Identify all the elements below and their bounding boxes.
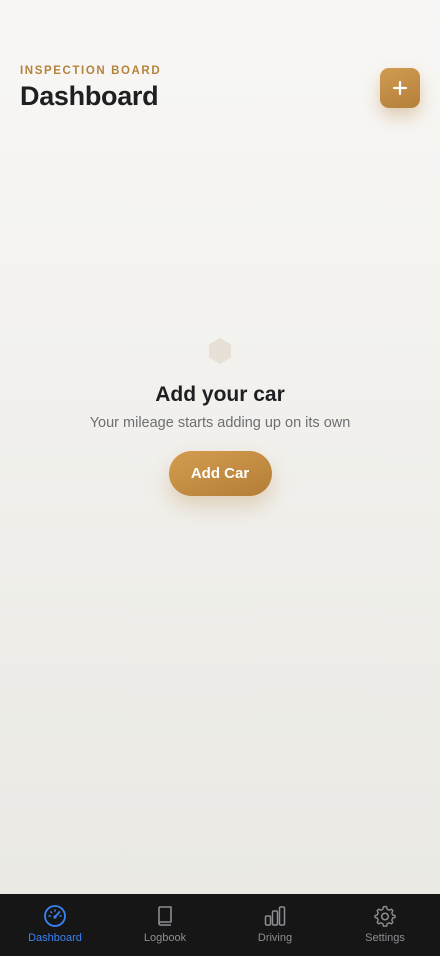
empty-state-subtitle: Your mileage starts adding up on its own (89, 415, 351, 431)
empty-state: Add your car Your mileage starts adding … (0, 336, 440, 496)
empty-state-title: Add your car (155, 383, 285, 406)
tab-label: Logbook (143, 932, 187, 944)
tab-dashboard[interactable]: Dashboard (0, 894, 110, 956)
tab-settings[interactable]: Settings (330, 894, 440, 956)
hexagon-icon (209, 338, 231, 364)
tab-logbook[interactable]: Logbook (110, 894, 220, 956)
plus-icon (392, 80, 408, 96)
tab-driving[interactable]: Driving (220, 894, 330, 956)
tab-label: Settings (365, 932, 405, 944)
book-icon (158, 906, 172, 926)
page-eyebrow: INSPECTION BOARD (20, 65, 162, 77)
header: INSPECTION BOARD Dashboard (20, 64, 161, 112)
bar-chart-icon (264, 906, 286, 926)
add-car-button[interactable]: Add Car (168, 451, 272, 496)
gear-icon (374, 905, 396, 927)
page-title: Dashboard (20, 81, 159, 111)
tab-label: Dashboard (28, 932, 82, 944)
add-button[interactable] (380, 68, 420, 108)
tab-label: Driving (257, 932, 293, 944)
tab-bar: Dashboard Logbook Driving Settings (0, 894, 440, 956)
speedometer-icon (44, 905, 66, 927)
